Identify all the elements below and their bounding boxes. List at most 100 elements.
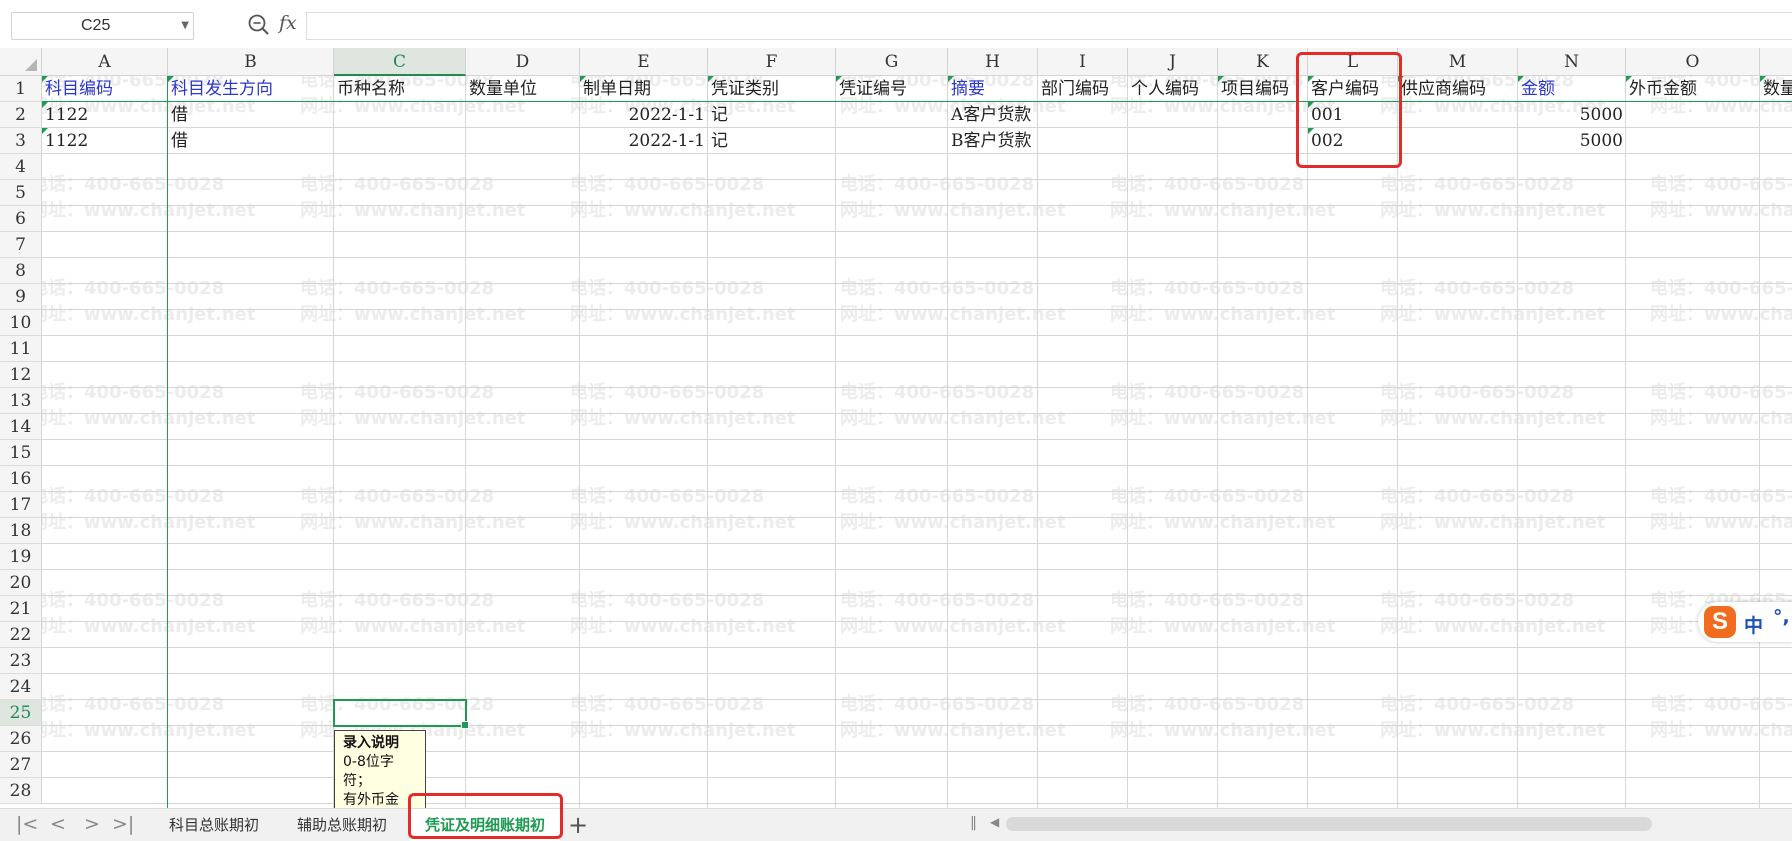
watermark-phone: 电话：400-665-0028 bbox=[30, 590, 225, 611]
data-cell[interactable]: 5000 bbox=[1518, 128, 1626, 154]
ime-punctuation-toggle[interactable]: °, bbox=[1773, 606, 1790, 628]
data-cell[interactable]: B客户货款 bbox=[948, 128, 1038, 154]
row-header-23[interactable]: 23 bbox=[0, 648, 42, 674]
row-header-22[interactable]: 22 bbox=[0, 622, 42, 648]
row-header-3[interactable]: 3 bbox=[0, 128, 42, 154]
row-gridline bbox=[42, 335, 1792, 336]
row-header-14[interactable]: 14 bbox=[0, 414, 42, 440]
row-header-25[interactable]: 25 bbox=[0, 700, 42, 726]
data-cell[interactable]: A客户货款 bbox=[948, 102, 1038, 128]
data-cell[interactable]: 1122 bbox=[42, 128, 168, 154]
column-gridline bbox=[947, 76, 948, 808]
scroll-left-icon[interactable]: ◀ bbox=[990, 815, 999, 829]
data-cell[interactable]: 2022-1-1 bbox=[580, 128, 708, 154]
header-cell: 部门编码 bbox=[1041, 79, 1109, 99]
row-header-26[interactable]: 26 bbox=[0, 726, 42, 752]
column-gridline bbox=[1037, 76, 1038, 808]
column-header-m[interactable]: M bbox=[1398, 48, 1518, 76]
watermark-site: 网址：www.chanjet.net bbox=[1110, 200, 1336, 221]
row-header-4[interactable]: 4 bbox=[0, 154, 42, 180]
formula-input[interactable] bbox=[306, 12, 1792, 40]
column-header-next[interactable] bbox=[1760, 48, 1792, 76]
column-header-o[interactable]: O bbox=[1626, 48, 1760, 76]
data-cell[interactable]: 2022-1-1 bbox=[580, 102, 708, 128]
watermark-phone: 电话：400-665-0028 bbox=[840, 694, 1035, 715]
row-header-12[interactable]: 12 bbox=[0, 362, 42, 388]
sogou-logo-icon[interactable]: S bbox=[1704, 606, 1736, 638]
watermark-site: 网址：www.chanjet.net bbox=[840, 200, 1066, 221]
row-header-17[interactable]: 17 bbox=[0, 492, 42, 518]
watermark-site: 网址：www.chanjet.net bbox=[1110, 720, 1336, 741]
row-header-7[interactable]: 7 bbox=[0, 232, 42, 258]
comment-marker-icon bbox=[168, 76, 174, 82]
selected-cell[interactable] bbox=[333, 699, 469, 729]
chevron-down-icon[interactable]: ▼ bbox=[181, 20, 189, 31]
row-header-19[interactable]: 19 bbox=[0, 544, 42, 570]
split-handle-icon[interactable]: ‖ bbox=[970, 815, 977, 831]
column-header-b[interactable]: B bbox=[168, 48, 334, 76]
watermark-phone: 电话：400-665-0028 bbox=[30, 694, 225, 715]
watermark-phone: 电话：400-665-0028 bbox=[1650, 174, 1792, 195]
column-header-k[interactable]: K bbox=[1218, 48, 1308, 76]
row-header-24[interactable]: 24 bbox=[0, 674, 42, 700]
prev-sheet-icon[interactable]: < bbox=[50, 813, 66, 835]
row-header-5[interactable]: 5 bbox=[0, 180, 42, 206]
row-header-6[interactable]: 6 bbox=[0, 206, 42, 232]
watermark-site: 网址：www.chanjet.net bbox=[840, 512, 1066, 533]
data-cell[interactable]: 1122 bbox=[42, 102, 168, 128]
column-header-g[interactable]: G bbox=[836, 48, 948, 76]
row-header-2[interactable]: 2 bbox=[0, 102, 42, 128]
header-cell: 摘要 bbox=[951, 79, 985, 99]
last-sheet-icon[interactable]: >| bbox=[112, 813, 134, 835]
row-gridline bbox=[42, 283, 1792, 284]
select-all-corner[interactable] bbox=[0, 48, 42, 76]
row-header-10[interactable]: 10 bbox=[0, 310, 42, 336]
ime-toolbar[interactable]: S 中 °, bbox=[1698, 602, 1792, 642]
row-header-1[interactable]: 1 bbox=[0, 76, 42, 102]
data-cell[interactable]: 记 bbox=[708, 102, 836, 128]
row-header-8[interactable]: 8 bbox=[0, 258, 42, 284]
row-header-18[interactable]: 18 bbox=[0, 518, 42, 544]
tab-sheet-1[interactable]: 科目总账期初 bbox=[150, 809, 278, 841]
next-sheet-icon[interactable]: > bbox=[84, 813, 100, 835]
column-header-i[interactable]: I bbox=[1038, 48, 1128, 76]
data-cell[interactable]: 借 bbox=[168, 128, 334, 154]
watermark-site: 网址：www.chanjet.net bbox=[1380, 304, 1606, 325]
data-cell[interactable]: 记 bbox=[708, 128, 836, 154]
fill-handle[interactable] bbox=[461, 721, 469, 729]
row-header-15[interactable]: 15 bbox=[0, 440, 42, 466]
ime-language-toggle[interactable]: 中 bbox=[1744, 611, 1763, 638]
tab-sheet-2[interactable]: 辅助总账期初 bbox=[278, 809, 406, 841]
column-header-j[interactable]: J bbox=[1128, 48, 1218, 76]
add-sheet-icon[interactable]: + bbox=[568, 811, 588, 839]
row-header-27[interactable]: 27 bbox=[0, 752, 42, 778]
horizontal-scrollbar[interactable] bbox=[1006, 817, 1652, 831]
row-header-13[interactable]: 13 bbox=[0, 388, 42, 414]
spreadsheet-grid[interactable]: 电话：400-665-0028 网址：www.chanjet.net 电话：400-… bbox=[0, 48, 1792, 808]
row-header-11[interactable]: 11 bbox=[0, 336, 42, 362]
column-header-a[interactable]: A bbox=[42, 48, 168, 76]
data-cell[interactable]: 借 bbox=[168, 102, 334, 128]
first-sheet-icon[interactable]: |< bbox=[16, 813, 38, 835]
column-gridline bbox=[835, 76, 836, 808]
row-header-28[interactable]: 28 bbox=[0, 778, 42, 804]
column-header-c[interactable]: C bbox=[334, 48, 466, 76]
row-header-20[interactable]: 20 bbox=[0, 570, 42, 596]
watermark-phone: 电话：400-665-0028 bbox=[30, 278, 225, 299]
column-header-d[interactable]: D bbox=[466, 48, 580, 76]
row-header-16[interactable]: 16 bbox=[0, 466, 42, 492]
name-box[interactable]: C25 ▼ bbox=[11, 12, 194, 40]
row-gridline bbox=[42, 205, 1792, 206]
watermark-site: 网址：www.chanjet.net bbox=[570, 720, 796, 741]
column-header-h[interactable]: H bbox=[948, 48, 1038, 76]
fx-icon[interactable]: fx bbox=[279, 12, 297, 34]
zoom-icon[interactable] bbox=[246, 12, 272, 38]
row-header-21[interactable]: 21 bbox=[0, 596, 42, 622]
data-cell[interactable]: 5000 bbox=[1518, 102, 1626, 128]
column-header-f[interactable]: F bbox=[708, 48, 836, 76]
watermark-phone: 电话：400-665-0028 bbox=[570, 174, 765, 195]
watermark-phone: 电话：400-665-0028 bbox=[570, 382, 765, 403]
row-header-9[interactable]: 9 bbox=[0, 284, 42, 310]
column-header-n[interactable]: N bbox=[1518, 48, 1626, 76]
column-header-e[interactable]: E bbox=[580, 48, 708, 76]
